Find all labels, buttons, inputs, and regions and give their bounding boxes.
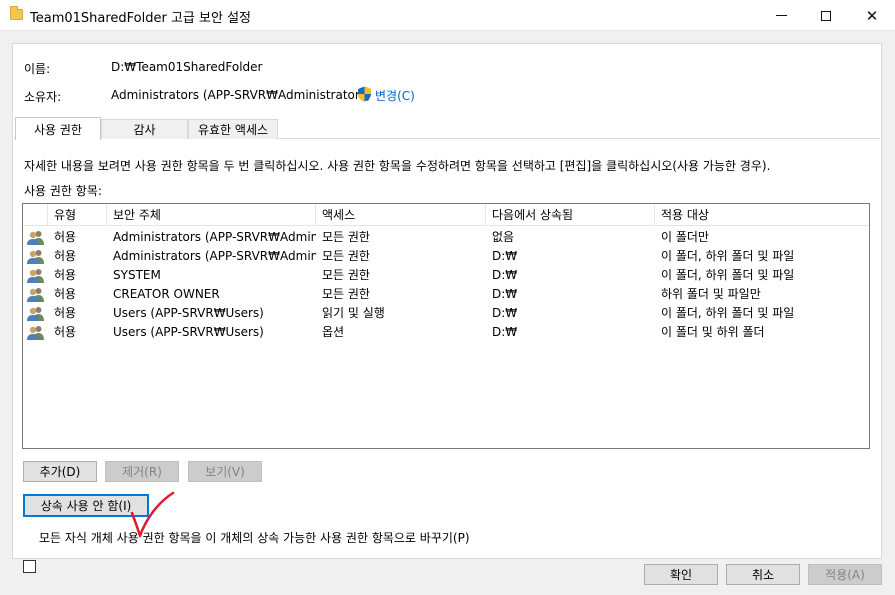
cell-inherited-from: D:₩ — [492, 268, 518, 282]
cell-principal: Users (APP-SRVR₩Users) — [113, 325, 264, 339]
table-row[interactable]: 허용 SYSTEM 모든 권한 D:₩ 이 폴더, 하위 폴더 및 파일 — [23, 266, 869, 285]
owner-value: Administrators (APP-SRVR₩Administrators) — [111, 88, 371, 102]
cell-access: 옵션 — [322, 325, 345, 339]
cell-applies-to: 이 폴더, 하위 폴더 및 파일 — [661, 249, 795, 263]
close-icon: ✕ — [865, 6, 879, 25]
view-button[interactable]: 보기(V) — [188, 461, 262, 482]
cell-applies-to: 하위 폴더 및 파일만 — [661, 287, 761, 301]
column-header-principal[interactable]: 보안 주체 — [107, 204, 316, 226]
cell-inherited-from: D:₩ — [492, 287, 518, 301]
minimize-button[interactable] — [758, 0, 804, 31]
ok-button[interactable]: 확인 — [644, 564, 718, 585]
name-value: D:₩Team01SharedFolder — [111, 60, 263, 74]
name-label: 이름: — [24, 62, 51, 76]
cell-access: 모든 권한 — [322, 287, 370, 301]
cell-principal: CREATOR OWNER — [113, 287, 220, 301]
cell-applies-to: 이 폴더, 하위 폴더 및 파일 — [661, 268, 795, 282]
window-title: Team01SharedFolder 고급 보안 설정 — [30, 11, 251, 26]
cell-access: 읽기 및 실행 — [322, 306, 385, 320]
replace-permissions-label[interactable]: 모든 자식 개체 사용 권한 항목을 이 개체의 상속 가능한 사용 권한 항목… — [39, 529, 470, 546]
user-group-icon — [27, 306, 44, 321]
owner-label: 소유자: — [24, 90, 62, 104]
tab-label: 사용 권한 — [34, 122, 82, 137]
permission-entries-list[interactable]: 유형 보안 주체 액세스 다음에서 상속됨 적용 대상 허용 Administra… — [22, 203, 870, 449]
change-owner-link[interactable]: 변경(C) — [375, 87, 415, 104]
table-row[interactable]: 허용 Users (APP-SRVR₩Users) 읽기 및 실행 D:₩ 이 폴더, … — [23, 304, 869, 323]
cell-type: 허용 — [54, 306, 77, 320]
maximize-button[interactable] — [803, 0, 849, 31]
cell-access: 모든 권한 — [322, 268, 370, 282]
user-group-icon — [27, 230, 44, 245]
cell-applies-to: 이 폴더, 하위 폴더 및 파일 — [661, 306, 795, 320]
cell-principal: Administrators (APP-SRVR₩Admini... — [113, 230, 316, 244]
tab-label: 유효한 액세스 — [197, 123, 269, 137]
cell-type: 허용 — [54, 287, 77, 301]
tab-auditing[interactable]: 감사 — [101, 119, 188, 139]
title-bar: Team01SharedFolder 고급 보안 설정 ✕ — [0, 0, 895, 31]
cell-access: 모든 권한 — [322, 249, 370, 263]
column-header-inherited-from[interactable]: 다음에서 상속됨 — [486, 204, 655, 226]
cell-principal: SYSTEM — [113, 268, 161, 282]
cell-type: 허용 — [54, 230, 77, 244]
description-text: 자세한 내용을 보려면 사용 권한 항목을 두 번 클릭하십시오. 사용 권한 … — [24, 159, 771, 173]
table-row[interactable]: 허용 Administrators (APP-SRVR₩Admini... 모든 권… — [23, 247, 869, 266]
minimize-icon — [775, 15, 787, 16]
cell-type: 허용 — [54, 268, 77, 282]
remove-button[interactable]: 제거(R) — [105, 461, 179, 482]
cell-access: 모든 권한 — [322, 230, 370, 244]
cell-applies-to: 이 폴더 및 하위 폴더 — [661, 325, 765, 339]
cell-type: 허용 — [54, 249, 77, 263]
cancel-button[interactable]: 취소 — [726, 564, 800, 585]
user-group-icon — [27, 287, 44, 302]
cell-type: 허용 — [54, 325, 77, 339]
column-header-access[interactable]: 액세스 — [316, 204, 486, 226]
user-group-icon — [27, 325, 44, 340]
table-row[interactable]: 허용 Administrators (APP-SRVR₩Admini... 모든 권… — [23, 228, 869, 247]
tab-label: 감사 — [133, 123, 156, 137]
column-header-applies-to[interactable]: 적용 대상 — [655, 204, 869, 226]
cell-inherited-from: D:₩ — [492, 306, 518, 320]
add-button[interactable]: 추가(D) — [23, 461, 97, 482]
replace-permissions-checkbox[interactable] — [23, 560, 36, 573]
uac-shield-icon — [358, 86, 371, 102]
user-group-icon — [27, 249, 44, 264]
table-row[interactable]: 허용 Users (APP-SRVR₩Users) 옵션 D:₩ 이 폴더 및 하위 폴… — [23, 323, 869, 342]
entries-label: 사용 권한 항목: — [24, 184, 102, 198]
cell-inherited-from: D:₩ — [492, 249, 518, 263]
cell-principal: Users (APP-SRVR₩Users) — [113, 306, 264, 320]
list-header: 유형 보안 주체 액세스 다음에서 상속됨 적용 대상 — [23, 204, 869, 226]
tab-effective-access[interactable]: 유효한 액세스 — [188, 119, 278, 139]
apply-button[interactable]: 적용(A) — [808, 564, 882, 585]
folder-icon — [10, 6, 23, 20]
table-row[interactable]: 허용 CREATOR OWNER 모든 권한 D:₩ 하위 폴더 및 파일만 — [23, 285, 869, 304]
cell-inherited-from: 없음 — [492, 230, 515, 244]
header-icon-column — [23, 204, 48, 226]
dialog-client-area: 이름: D:₩Team01SharedFolder 소유자: Administr… — [0, 31, 895, 595]
cell-principal: Administrators (APP-SRVR₩Admini... — [113, 249, 316, 263]
close-button[interactable]: ✕ — [849, 0, 895, 31]
cell-inherited-from: D:₩ — [492, 325, 518, 339]
user-group-icon — [27, 268, 44, 283]
tab-permissions[interactable]: 사용 권한 — [15, 117, 101, 140]
cell-applies-to: 이 폴더만 — [661, 230, 709, 244]
column-header-type[interactable]: 유형 — [48, 204, 107, 226]
maximize-icon — [821, 10, 831, 21]
